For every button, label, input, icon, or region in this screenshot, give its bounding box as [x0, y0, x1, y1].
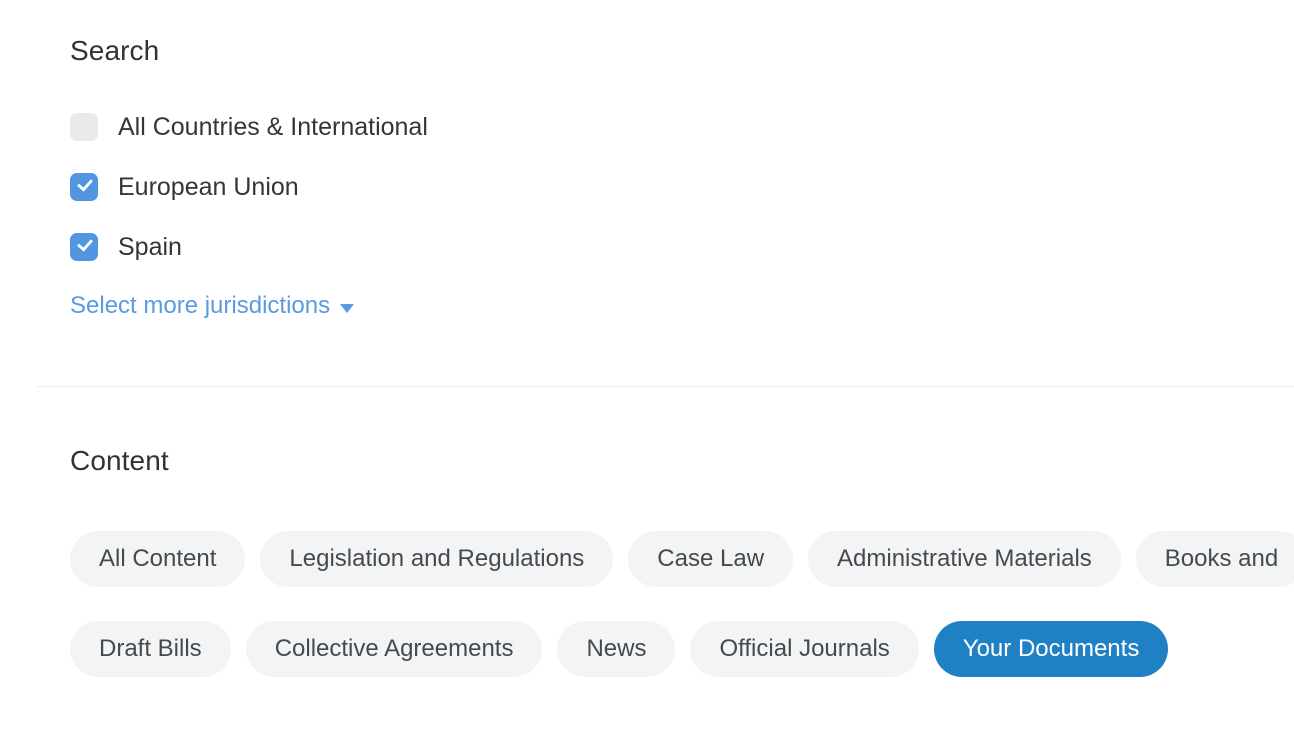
checkbox-all-countries-international[interactable]: [70, 113, 98, 141]
chip-news[interactable]: News: [557, 621, 676, 677]
chip-draft-bills[interactable]: Draft Bills: [70, 621, 231, 677]
chip-books-and[interactable]: Books and: [1135, 531, 1294, 587]
check-icon: [76, 235, 94, 252]
checkbox-european-union[interactable]: [70, 173, 98, 201]
content-chip-row-1: All Content Legislation and Regulations …: [70, 531, 1294, 587]
jurisdiction-row-european-union[interactable]: European Union: [70, 170, 428, 204]
chip-administrative-materials[interactable]: Administrative Materials: [808, 531, 1121, 587]
jurisdiction-label: Spain: [118, 233, 182, 261]
chip-all-content[interactable]: All Content: [70, 531, 246, 587]
search-filter-panel: Search All Countries & International Eur…: [0, 0, 1294, 746]
jurisdiction-row-spain[interactable]: Spain: [70, 230, 428, 264]
chip-case-law[interactable]: Case Law: [628, 531, 794, 587]
content-chip-row-2: Draft Bills Collective Agreements News O…: [70, 621, 1294, 677]
jurisdiction-label: European Union: [118, 173, 299, 201]
jurisdiction-row-all-countries[interactable]: All Countries & International: [70, 110, 428, 144]
jurisdiction-checkbox-list: All Countries & International European U…: [70, 110, 428, 290]
section-divider: [37, 386, 1294, 387]
caret-down-icon: [340, 303, 355, 313]
search-section-heading: Search: [70, 35, 160, 66]
chip-legislation-and-regulations[interactable]: Legislation and Regulations: [260, 531, 614, 587]
content-section-heading: Content: [70, 445, 169, 476]
checkbox-spain[interactable]: [70, 233, 98, 261]
check-icon: [76, 175, 94, 192]
jurisdiction-label: All Countries & International: [118, 113, 428, 141]
chip-collective-agreements[interactable]: Collective Agreements: [245, 621, 543, 677]
chip-official-journals[interactable]: Official Journals: [690, 621, 919, 677]
chip-your-documents[interactable]: Your Documents: [933, 621, 1169, 677]
select-more-jurisdictions-label: Select more jurisdictions: [70, 292, 331, 319]
select-more-jurisdictions-link[interactable]: Select more jurisdictions: [70, 291, 355, 321]
content-type-chip-group: All Content Legislation and Regulations …: [70, 531, 1294, 711]
